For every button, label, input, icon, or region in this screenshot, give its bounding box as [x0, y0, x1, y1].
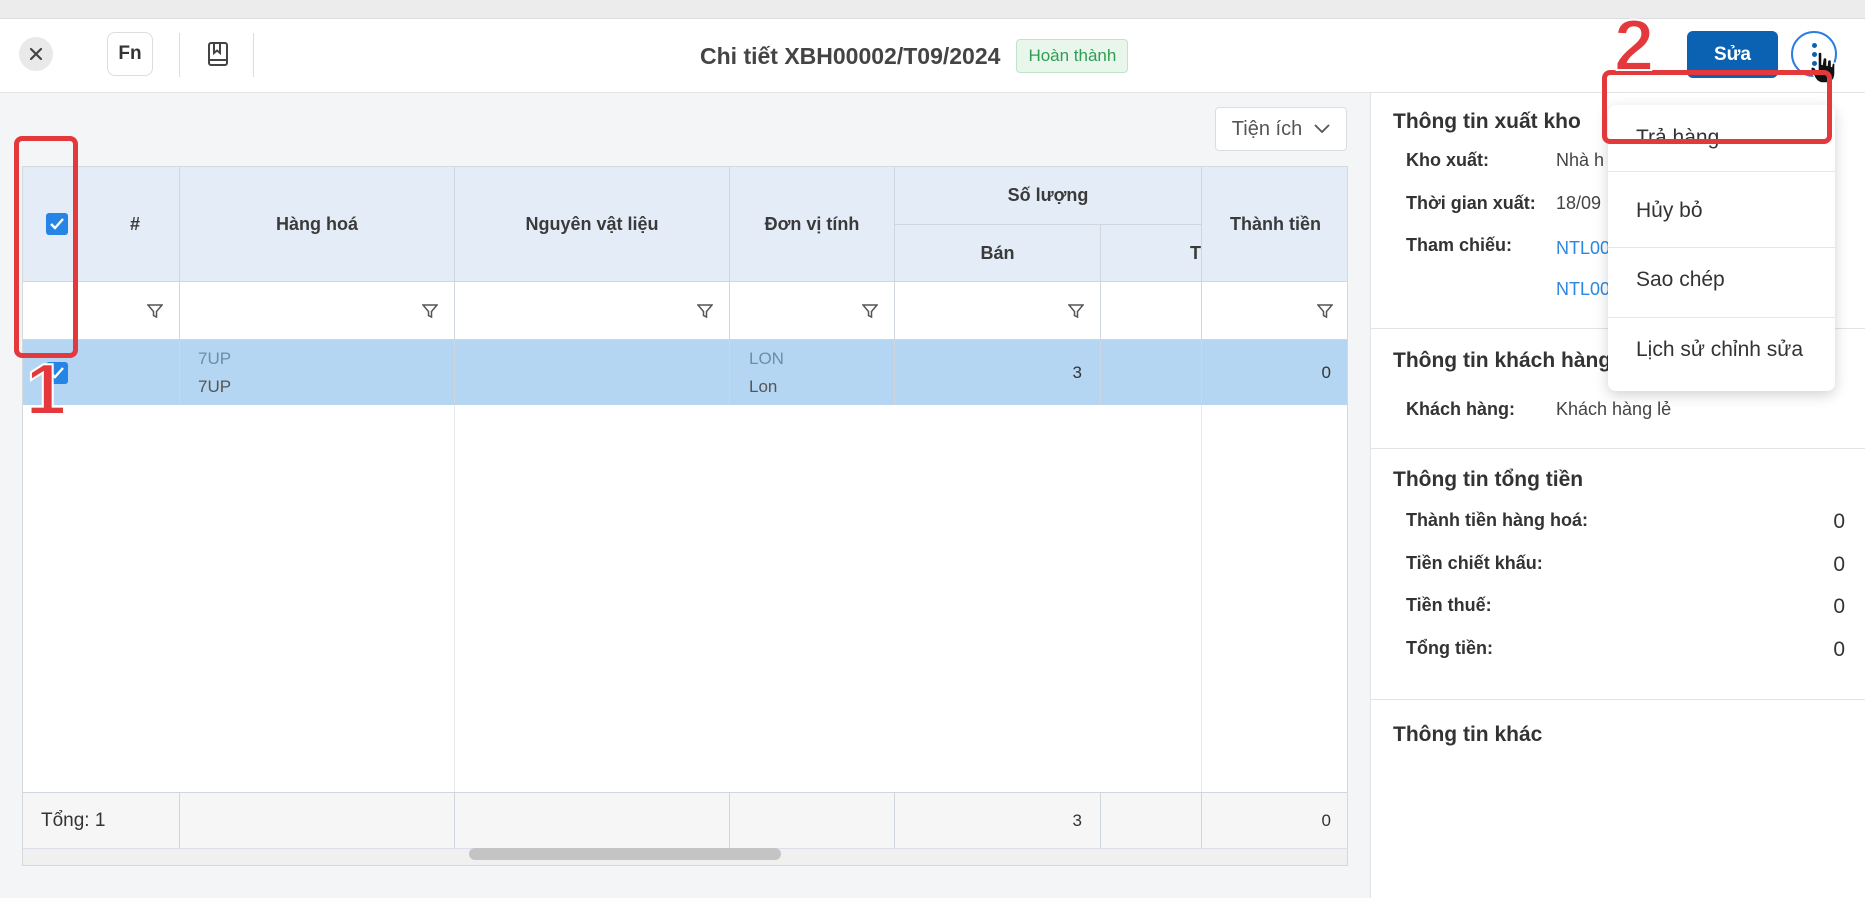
filter-cell: [454, 282, 729, 340]
total-value: 0: [1833, 638, 1845, 661]
footer-cell: [179, 792, 454, 848]
scrollbar-thumb[interactable]: [469, 848, 781, 860]
window-header: Fn Chi tiết XBH00002/T09/2024 Hoàn thành…: [0, 19, 1865, 93]
col-header-material[interactable]: Nguyên vật liệu: [454, 167, 729, 282]
other-info-title: Thông tin khác: [1393, 723, 1543, 746]
menu-divider: [1608, 171, 1835, 172]
filter-cell: [91, 282, 179, 340]
annotation-step-1: 1: [25, 349, 67, 431]
close-icon: [29, 47, 43, 61]
export-time-label: Thời gian xuất:: [1406, 193, 1536, 213]
total-count: Tổng: 1: [23, 792, 179, 848]
goods-amount-label: Thành tiền hàng hoá:: [1406, 510, 1588, 530]
filter-icon[interactable]: [1068, 303, 1084, 319]
money-info-title: Thông tin tổng tiền: [1393, 468, 1584, 491]
export-info-title: Thông tin xuất kho: [1393, 110, 1581, 133]
sell-qty-cell: 3: [894, 340, 1100, 405]
footer-cell: [729, 792, 894, 848]
bookmark-button[interactable]: [203, 36, 233, 72]
material-cell: [454, 340, 729, 405]
return-qty-cell: [1100, 340, 1201, 405]
footer-cell: [454, 792, 729, 848]
filter-icon[interactable]: [147, 303, 163, 319]
grid-panel: Tiện ích # Hàng hoá Nguyên vật liệu Đơn …: [0, 93, 1370, 898]
col-header-amount[interactable]: Thành tiền: [1201, 167, 1347, 282]
status-badge: Hoàn thành: [1016, 39, 1129, 73]
col-header-sell[interactable]: Bán: [894, 225, 1100, 282]
footer-sell-total: 3: [894, 792, 1100, 848]
filter-icon[interactable]: [862, 303, 878, 319]
filter-cell: [894, 282, 1100, 340]
title-group: Chi tiết XBH00002/T09/2024 Hoàn thành: [700, 39, 1129, 73]
product-code: 7UP: [198, 348, 232, 368]
items-table: # Hàng hoá Nguyên vật liệu Đơn vị tính S…: [22, 166, 1348, 866]
filter-cell: [1100, 282, 1201, 340]
col-header-unit[interactable]: Đơn vị tính: [729, 167, 894, 282]
header-divider: [253, 33, 254, 77]
customer-info-title: Thông tin khách hàng: [1393, 349, 1612, 372]
footer-cell: [1100, 792, 1201, 848]
table-row[interactable]: 7UP 7UP LON Lon 3 0: [23, 340, 1347, 405]
menu-item-cancel[interactable]: Hủy bỏ: [1608, 178, 1835, 244]
filter-icon[interactable]: [1317, 303, 1333, 319]
chevron-down-icon: [1314, 124, 1330, 134]
col-header-product[interactable]: Hàng hoá: [179, 167, 454, 282]
section-divider: [1371, 699, 1865, 700]
annotation-step-2: 2: [1613, 5, 1655, 87]
discount-value: 0: [1833, 553, 1845, 576]
menu-item-history[interactable]: Lịch sử chỉnh sửa: [1608, 317, 1835, 383]
reference-link[interactable]: NTL00: [1556, 279, 1610, 300]
col-header-index[interactable]: #: [91, 167, 179, 282]
tax-value: 0: [1833, 595, 1845, 618]
reference-label: Tham chiếu:: [1406, 235, 1513, 255]
footer-amount-total: 0: [1201, 792, 1347, 848]
close-button[interactable]: [19, 37, 53, 71]
menu-item-copy[interactable]: Sao chép: [1608, 247, 1835, 313]
more-options-menu: Trả hàng Hủy bỏ Sao chép Lịch sử chỉnh s…: [1608, 105, 1835, 391]
utilities-dropdown[interactable]: Tiện ích: [1215, 107, 1347, 151]
section-divider: [1371, 448, 1865, 449]
customer-label: Khách hàng:: [1406, 399, 1516, 419]
product-name: 7UP: [198, 376, 232, 396]
tax-label: Tiền thuế:: [1406, 595, 1492, 615]
unit-code: LON: [749, 348, 784, 368]
export-time-value: 18/09: [1556, 193, 1602, 213]
detail-window: Fn Chi tiết XBH00002/T09/2024 Hoàn thành…: [0, 5, 1865, 898]
col-header-return[interactable]: T: [1100, 225, 1201, 282]
reference-link[interactable]: NTL00: [1556, 238, 1610, 259]
bookmark-book-icon: [208, 42, 228, 66]
filter-cell: [179, 282, 454, 340]
unit-name: Lon: [749, 376, 778, 396]
col-header-quantity-group: Số lượng: [894, 167, 1201, 225]
filter-cell: [729, 282, 894, 340]
fn-button[interactable]: Fn: [107, 32, 153, 76]
screen-backdrop: [0, 0, 1865, 18]
filter-icon[interactable]: [422, 303, 438, 319]
amount-cell: 0: [1201, 340, 1347, 405]
page-title: Chi tiết XBH00002/T09/2024: [700, 42, 1001, 69]
utilities-label: Tiện ích: [1231, 117, 1303, 140]
discount-label: Tiền chiết khấu:: [1406, 553, 1543, 573]
filter-icon[interactable]: [697, 303, 713, 319]
annotation-box-checkbox: [14, 136, 78, 358]
goods-amount-value: 0: [1833, 510, 1845, 533]
customer-value: Khách hàng lẻ: [1556, 399, 1672, 419]
total-label: Tổng tiền:: [1406, 638, 1493, 658]
warehouse-value: Nhà h: [1556, 150, 1605, 170]
header-divider: [179, 33, 180, 77]
filter-cell: [1201, 282, 1347, 340]
warehouse-label: Kho xuất:: [1406, 150, 1489, 170]
